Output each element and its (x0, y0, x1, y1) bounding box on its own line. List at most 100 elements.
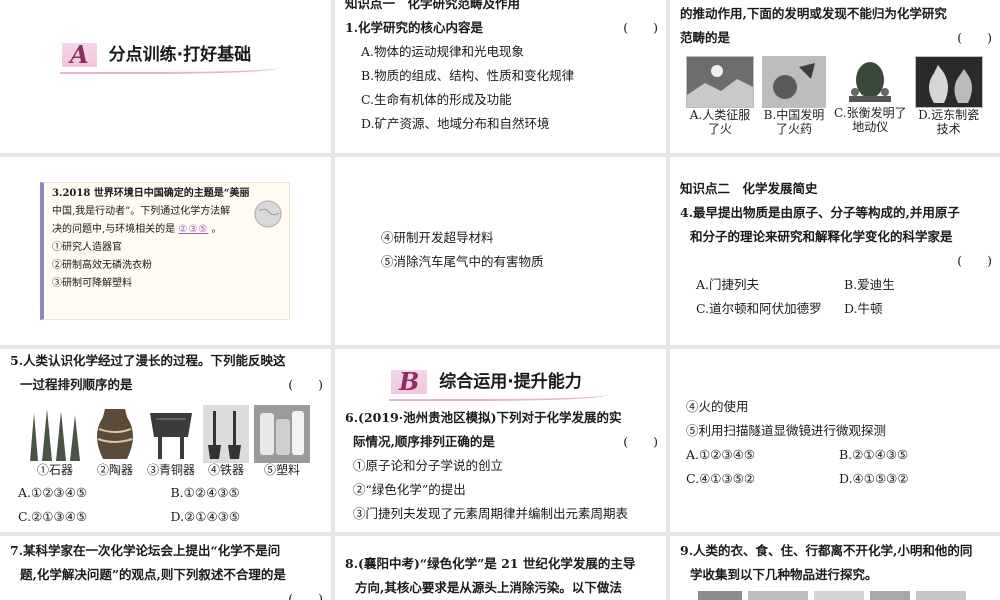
q9-image-strip (680, 587, 992, 600)
q2-line1: 的推动作用,下面的发明或发现不能归为化学研究 (680, 6, 947, 21)
pottery-icon (97, 409, 133, 459)
q9-items-photo-icon (698, 591, 966, 600)
q7-answer-paren: ( ) (288, 591, 323, 600)
q4-answer-paren: ( ) (957, 253, 992, 268)
section-a-underline (60, 64, 278, 74)
seismograph-photo-icon (835, 56, 906, 106)
q1-option-a: A.物体的运动规律和光电现象 (361, 44, 525, 59)
q4-line2: 和分子的理论来研究和解释化学变化的科学家是 (690, 229, 953, 244)
q1-panel: 知识点一 化学研究范畴及作用 1.化学研究的核心内容是 ( ) A.物体的运动规… (335, 0, 666, 153)
q6-item-1: ①原子论和分子学说的创立 (353, 458, 504, 473)
q3-item-4: ④研制开发超导材料 (381, 230, 494, 245)
q3-line2: 中国,我是行动者”。下列通过化学方法解 (52, 206, 231, 217)
q2-image-row: A.人类征服 了火 B.中国发明 了火药 C.张衡发明了 地动仪 D.远东制瓷 … (680, 56, 992, 136)
q3-item-5: ⑤消除汽车尾气中的有害物质 (381, 254, 544, 269)
q5-option-d: D.②①④③⑤ (170, 509, 241, 524)
q5-line2: 一过程排列顺序的是 (20, 377, 133, 392)
q6-continued-panel: ④火的使用 ⑤利用扫描隧道显微镜进行微观探测 A.①②③④⑤ B.②①④③⑤ C… (670, 349, 1000, 532)
stone-tools-icon (30, 409, 80, 461)
q5-iron: ④铁器 (203, 405, 249, 477)
q5-image-row: ①石器 ②陶器 ③青铜器 ④铁器 ⑤塑料 (10, 405, 323, 477)
q4-knowledge-header: 知识点二 化学发展简史 (680, 181, 818, 196)
q5-option-c: C.②①③④⑤ (18, 509, 88, 524)
q4-option-c: C.道尔顿和阿伏加德罗 (696, 301, 822, 316)
q3-card: 3.2018 世界环境日中国确定的主题是“美丽 中国,我是行动者”。下列通过化学… (40, 182, 290, 320)
q3-item-1: ①研究人造器官 (52, 242, 122, 253)
q7-line2: 题,化学解决问题”的观点,则下列叙述不合理的是 (20, 567, 286, 582)
section-a-panel: A 分点训练·打好基础 (0, 0, 331, 153)
q1-option-b: B.物质的组成、结构、性质和变化规律 (361, 68, 575, 83)
q4-option-b: B.爱迪生 (844, 277, 895, 292)
q4-options-row-1: A.门捷列夫 B.爱迪生 (680, 273, 992, 297)
q6-item-4: ④火的使用 (686, 399, 749, 414)
fire-photo-icon (686, 56, 754, 108)
q5-caption-3: ③青铜器 (146, 463, 195, 477)
q2-caption-b-2: 了火药 (775, 122, 812, 136)
q3-line3-row: 决的问题中,与环境相关的是 ②③⑤ 。 (52, 221, 281, 239)
q5-caption-5: ⑤塑料 (263, 463, 300, 477)
q9-panel: 9.人类的衣、食、住、行都离不开化学,小明和他的同 学收集到以下几种物品进行探究… (670, 536, 1000, 600)
q5-pottery: ②陶器 (91, 405, 139, 477)
q1-option-c: C.生命有机体的形成及功能 (361, 92, 512, 107)
q2-panel: 的推动作用,下面的发明或发现不能归为化学研究 范畴的是 ( ) A.人类征服 了… (670, 0, 1000, 153)
q3-item-2: ②研制高效无磷洗衣粉 (52, 260, 152, 271)
q5-caption-2: ②陶器 (96, 463, 133, 477)
q6-options-row-1: A.①②③④⑤ B.②①④③⑤ (686, 443, 992, 467)
q6-line2-row: 际情况,顺序排列正确的是 ( ) (345, 430, 658, 454)
q5-bronze: ③青铜器 (144, 405, 198, 477)
q5-plastic: ⑤塑料 (254, 405, 310, 477)
q1-stem-row: 1.化学研究的核心内容是 ( ) (345, 16, 658, 40)
q6-option-d: D.④①⑤③② (839, 471, 909, 486)
gunpowder-photo-icon (762, 56, 826, 108)
q6-line2: 际情况,顺序排列正确的是 (353, 434, 495, 449)
q6-option-a: A.①②③④⑤ (686, 447, 756, 462)
porcelain-photo-icon (914, 56, 983, 108)
q1-option-d: D.矿产资源、地域分布和自然环境 (361, 116, 550, 131)
q3-line3: 决的问题中,与环境相关的是 (52, 224, 176, 235)
q6-answer-paren: ( ) (623, 434, 658, 449)
q2-caption-d-2: 技术 (936, 122, 961, 136)
q5-options-row-1: A.①②③④⑤ B.①②④③⑤ (10, 481, 323, 505)
q5-line2-row: 一过程排列顺序的是 ( ) (10, 373, 323, 397)
q2-caption-a-2: 了火 (707, 122, 732, 136)
slide-grid: A 分点训练·打好基础 知识点一 化学研究范畴及作用 1.化学研究的核心内容是 … (0, 0, 1000, 600)
q2-answer-paren: ( ) (957, 30, 992, 45)
q3-filled-answer: ②③⑤ (178, 224, 209, 235)
q6-panel: B 综合运用·提升能力 6.(2019·池州贵池区模拟)下列对于化学发展的实 际… (335, 349, 666, 532)
q8-line1: 8.(襄阳中考)“绿色化学”是 21 世纪化学发展的主导 (345, 556, 636, 571)
plastic-items-icon (254, 405, 310, 463)
q5-panel: 5.人类认识化学经过了漫长的过程。下列能反映这 一过程排列顺序的是 ( ) ①石… (0, 349, 331, 532)
q6-item-2: ②“绿色化学”的提出 (353, 482, 466, 497)
q5-caption-1: ①石器 (36, 463, 73, 477)
q6-item-3: ③门捷列夫发现了元素周期律并编制出元素周期表 (353, 506, 629, 521)
q3-item-3: ③研制可降解塑料 (52, 278, 132, 289)
q9-line1: 9.人类的衣、食、住、行都离不开化学,小明和他的同 (680, 543, 973, 558)
q2-caption-b-1: B.中国发明 (763, 108, 825, 122)
q6-options-row-2: C.④①③⑤② D.④①⑤③② (686, 467, 992, 491)
q5-answer-paren: ( ) (288, 377, 323, 392)
q2-line2-row: 范畴的是 ( ) (680, 26, 992, 50)
q3-panel: 3.2018 世界环境日中国确定的主题是“美丽 中国,我是行动者”。下列通过化学… (0, 157, 331, 345)
q2-line2: 范畴的是 (680, 30, 731, 45)
q1-answer-paren: ( ) (623, 20, 658, 35)
iron-tools-icon (203, 405, 249, 463)
q3-continued-panel: ④研制开发超导材料 ⑤消除汽车尾气中的有害物质 (335, 157, 666, 345)
q7-line1: 7.某科学家在一次化学论坛会上提出“化学不是问 (10, 543, 281, 558)
globe-icon (254, 200, 282, 228)
q4-line1: 4.最早提出物质是由原子、分子等构成的,并用原子 (680, 205, 960, 220)
q5-stone-tools: ①石器 (24, 405, 86, 477)
q4-options-row-2: C.道尔顿和阿伏加德罗 D.牛顿 (680, 297, 992, 321)
q2-choice-b: B.中国发明 了火药 (762, 56, 826, 136)
q6-option-b: B.②①④③⑤ (839, 447, 909, 462)
q5-option-a: A.①②③④⑤ (18, 485, 88, 500)
q8-line2: 方向,其核心要求是从源头上消除污染。以下做法 (355, 580, 622, 595)
q6-line1: 6.(2019·池州贵池区模拟)下列对于化学发展的实 (345, 410, 622, 425)
q5-options-row-2: C.②①③④⑤ D.②①④③⑤ (10, 505, 323, 529)
section-b-underline (389, 391, 607, 401)
q6-option-c: C.④①③⑤② (686, 471, 756, 486)
q3-line1: 3.2018 世界环境日中国确定的主题是“美丽 (52, 188, 250, 199)
q8-panel: 8.(襄阳中考)“绿色化学”是 21 世纪化学发展的主导 方向,其核心要求是从源… (335, 536, 666, 600)
q4-panel: 知识点二 化学发展简史 4.最早提出物质是由原子、分子等构成的,并用原子 和分子… (670, 157, 1000, 345)
q3-tail: 。 (211, 224, 222, 235)
q5-caption-4: ④铁器 (207, 463, 244, 477)
